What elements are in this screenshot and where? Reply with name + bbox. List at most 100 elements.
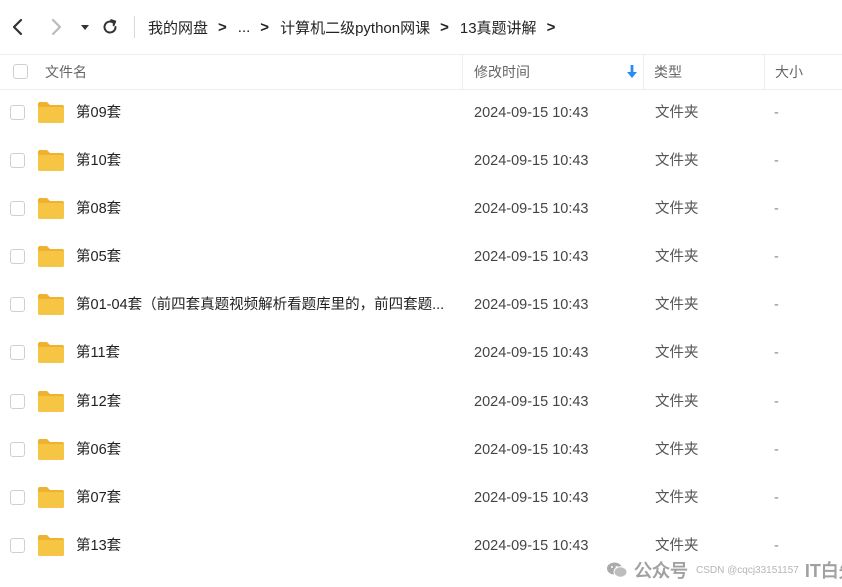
file-row[interactable]: 第09套 2024-09-15 10:43 文件夹 - xyxy=(0,89,842,137)
file-name[interactable]: 第08套 xyxy=(76,185,121,233)
back-button[interactable] xyxy=(6,14,30,40)
file-type: 文件夹 xyxy=(655,153,699,170)
caret-down-icon xyxy=(81,25,89,30)
breadcrumb-item-root[interactable]: 我的网盘 xyxy=(148,17,208,38)
file-modified-time: 2024-09-15 10:43 xyxy=(474,345,589,362)
file-list: 第09套 2024-09-15 10:43 文件夹 - 第10套 2024-09-15 1… xyxy=(0,89,842,570)
folder-icon xyxy=(38,294,64,316)
file-type: 文件夹 xyxy=(655,393,699,410)
folder-icon xyxy=(38,198,64,220)
folder-icon xyxy=(38,102,64,123)
file-modified-time: 2024-09-15 10:43 xyxy=(474,201,589,218)
file-row[interactable]: 第08套 2024-09-15 10:43 文件夹 - xyxy=(0,185,842,233)
folder-icon xyxy=(38,486,64,508)
file-row[interactable]: 第11套 2024-09-15 10:43 文件夹 - xyxy=(0,329,842,377)
row-checkbox[interactable] xyxy=(10,345,25,361)
file-size: - xyxy=(774,105,779,121)
breadcrumb-item-ellipsis[interactable]: ... xyxy=(238,19,251,36)
column-divider xyxy=(764,55,765,89)
file-name[interactable]: 第05套 xyxy=(76,233,121,281)
chevron-left-icon xyxy=(12,18,23,36)
row-checkbox[interactable] xyxy=(10,105,25,120)
file-size: - xyxy=(774,249,779,266)
file-size: - xyxy=(774,441,779,458)
row-checkbox[interactable] xyxy=(10,297,25,313)
folder-icon xyxy=(38,390,64,412)
folder-icon xyxy=(38,246,64,268)
file-size: - xyxy=(774,201,779,218)
nav-divider xyxy=(134,16,135,38)
breadcrumb-item-course[interactable]: 计算机二级python网课 xyxy=(280,17,430,38)
row-checkbox[interactable] xyxy=(10,537,25,553)
refresh-button[interactable] xyxy=(98,14,122,40)
row-checkbox[interactable] xyxy=(10,441,25,457)
column-divider xyxy=(643,55,644,89)
file-type: 文件夹 xyxy=(655,201,699,218)
select-all-checkbox[interactable] xyxy=(13,64,28,79)
file-modified-time: 2024-09-15 10:43 xyxy=(474,105,589,121)
file-size: - xyxy=(774,537,779,554)
breadcrumb-separator: > xyxy=(260,18,270,36)
row-checkbox[interactable] xyxy=(10,201,25,217)
file-modified-time: 2024-09-15 10:43 xyxy=(474,489,589,506)
file-modified-time: 2024-09-15 10:43 xyxy=(474,249,589,266)
file-type: 文件夹 xyxy=(655,249,699,266)
column-header-size[interactable]: 大小 xyxy=(775,55,803,89)
breadcrumb-item-current[interactable]: 13真题讲解 xyxy=(460,17,537,38)
navigation-bar: 我的网盘 > ... > 计算机二级python网课 > 13真题讲解 > xyxy=(0,0,842,54)
file-name[interactable]: 第09套 xyxy=(76,89,121,137)
file-name[interactable]: 第07套 xyxy=(76,474,121,522)
file-modified-time: 2024-09-15 10:43 xyxy=(474,153,589,170)
file-size: - xyxy=(774,345,779,362)
file-row[interactable]: 第06套 2024-09-15 10:43 文件夹 - xyxy=(0,426,842,474)
file-row[interactable]: 第10套 2024-09-15 10:43 文件夹 - xyxy=(0,137,842,185)
file-list-header: 文件名 修改时间 类型 大小 xyxy=(0,54,842,90)
file-modified-time: 2024-09-15 10:43 xyxy=(474,537,589,554)
breadcrumb-more-chevron[interactable]: > xyxy=(547,19,556,36)
file-type: 文件夹 xyxy=(655,537,699,554)
file-modified-time: 2024-09-15 10:43 xyxy=(474,297,589,314)
file-type: 文件夹 xyxy=(655,441,699,458)
chevron-right-icon xyxy=(51,18,62,36)
folder-icon xyxy=(38,438,64,460)
file-size: - xyxy=(774,297,779,314)
breadcrumb: 我的网盘 > ... > 计算机二级python网课 > 13真题讲解 > xyxy=(148,16,566,38)
folder-icon xyxy=(38,342,64,364)
forward-button[interactable] xyxy=(44,14,68,40)
file-size: - xyxy=(774,489,779,506)
file-type: 文件夹 xyxy=(655,345,699,362)
file-modified-time: 2024-09-15 10:43 xyxy=(474,393,589,410)
breadcrumb-separator: > xyxy=(440,18,449,36)
column-header-type[interactable]: 类型 xyxy=(654,55,682,89)
folder-icon xyxy=(38,150,64,172)
file-type: 文件夹 xyxy=(655,105,699,121)
arrow-down-icon[interactable] xyxy=(626,64,638,80)
history-dropdown-button[interactable] xyxy=(73,14,97,40)
file-name[interactable]: 第11套 xyxy=(76,329,120,377)
file-type: 文件夹 xyxy=(655,489,699,506)
file-name[interactable]: 第01-04套（前四套真题视频解析看题库里的，前四套题... xyxy=(76,281,444,329)
file-row[interactable]: 第01-04套（前四套真题视频解析看题库里的，前四套题... 2024-09-15… xyxy=(0,281,842,329)
file-row[interactable]: 第07套 2024-09-15 10:43 文件夹 - xyxy=(0,474,842,522)
column-header-name[interactable]: 文件名 xyxy=(45,55,87,89)
file-size: - xyxy=(774,393,779,410)
file-row[interactable]: 第13套 2024-09-15 10:43 文件夹 - xyxy=(0,522,842,570)
column-header-modified-time[interactable]: 修改时间 xyxy=(474,55,530,89)
file-name[interactable]: 第13套 xyxy=(76,522,121,570)
file-modified-time: 2024-09-15 10:43 xyxy=(474,441,589,458)
row-checkbox[interactable] xyxy=(10,393,25,409)
breadcrumb-separator: > xyxy=(218,18,227,36)
file-name[interactable]: 第12套 xyxy=(76,378,121,426)
row-checkbox[interactable] xyxy=(10,153,25,169)
refresh-icon xyxy=(103,19,117,34)
column-divider xyxy=(462,55,463,89)
file-row[interactable]: 第05套 2024-09-15 10:43 文件夹 - xyxy=(0,233,842,281)
file-name[interactable]: 第06套 xyxy=(76,426,121,474)
file-name[interactable]: 第10套 xyxy=(76,137,121,185)
row-checkbox[interactable] xyxy=(10,489,25,505)
folder-icon xyxy=(38,534,64,556)
file-type: 文件夹 xyxy=(655,297,699,314)
file-size: - xyxy=(774,153,779,170)
row-checkbox[interactable] xyxy=(10,249,25,265)
file-row[interactable]: 第12套 2024-09-15 10:43 文件夹 - xyxy=(0,378,842,426)
